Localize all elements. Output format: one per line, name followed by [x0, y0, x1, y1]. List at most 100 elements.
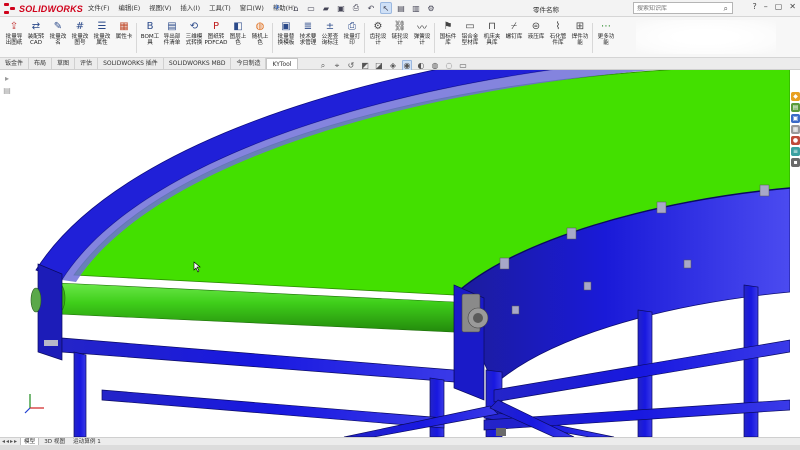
tab-solidworks-mbd[interactable]: SOLIDWORKS MBD [164, 58, 232, 69]
quick-access-toolbar: ⌂ ▭ ▰ ▣ ⎙ ↶ ↖ ▤ ▥ ⚙ [290, 2, 437, 14]
section-view-icon[interactable]: ◩ [360, 61, 370, 70]
ribbon-button-2[interactable]: ⇄ 装配转 CAD [25, 20, 47, 56]
ribbon-separator [364, 23, 365, 53]
ribbon-button-25[interactable]: ⌇ 石化管 件库 [547, 20, 569, 56]
ribbon-button-label: 更多功 能 [597, 34, 615, 47]
ribbon-button-14[interactable]: ≣ 技术要 求管理 [297, 20, 319, 56]
menu-view[interactable]: 视图(V) [149, 3, 171, 12]
help-icon[interactable]: ? [752, 2, 756, 11]
ribbon-button-3[interactable]: ✎ 批量改 名 [47, 20, 69, 56]
menu-window[interactable]: 窗口(W) [240, 3, 264, 12]
ribbon-separator [272, 23, 273, 53]
select-icon[interactable]: ↖ [380, 2, 392, 14]
ribbon-button-label: 螺钉库 [505, 34, 523, 40]
resources-icon[interactable]: ◆ [791, 92, 800, 101]
tab-scroll-arrows-icon[interactable]: ◂◂▸▸ [2, 438, 18, 445]
ribbon-button-1[interactable]: ⇪ 批量导 出图纸 [3, 20, 25, 56]
tab-today-manufacturing[interactable]: 今日制造 [231, 58, 267, 69]
custom-properties-icon[interactable]: ≡ [791, 147, 800, 156]
search-input[interactable] [637, 4, 717, 12]
menu-tools[interactable]: 工具(T) [209, 3, 231, 12]
title-bar: SOLIDWORKS 文件(F) 编辑(E) 视图(V) 插入(I) 工具(T)… [0, 0, 800, 17]
tab-evaluate[interactable]: 评估 [75, 58, 99, 69]
apply-scene-icon[interactable]: ◌ [444, 61, 454, 70]
task-pane: ◆ ▤ ▣ ▦ ● ≡ ▪ [791, 92, 800, 167]
ribbon-button-23[interactable]: ⌿ 螺钉库 [503, 20, 525, 56]
appearances-icon[interactable]: ● [791, 136, 800, 145]
assembly-icon: ⇄ [31, 21, 41, 32]
feature-manager-collapsed: ▸ ▤ [2, 74, 12, 96]
ribbon-button-5[interactable]: ☰ 批量改 属性 [91, 20, 113, 56]
save-icon[interactable]: ▣ [335, 2, 347, 14]
property-icon: ☰ [97, 21, 107, 32]
ribbon-button-10[interactable]: P 图纸转 PDFCAD [205, 20, 228, 56]
menu-insert[interactable]: 插入(I) [180, 3, 200, 12]
edit-appearance-icon[interactable]: ◍ [430, 61, 440, 70]
options-icon[interactable]: ⚙ [425, 2, 437, 14]
zoom-area-icon[interactable]: ⌖ [332, 61, 342, 71]
tab-solidworks-addins[interactable]: SOLIDWORKS 插件 [98, 58, 164, 69]
ribbon-button-15[interactable]: ± 公差查 询标注 [319, 20, 341, 56]
search-box[interactable]: ⌕ [633, 2, 733, 14]
ribbon-button-27[interactable]: ⋯ 更多功 能 [595, 20, 617, 56]
ribbon-button-6[interactable]: ▦ 属性卡 [113, 20, 135, 56]
search-icon[interactable]: ⌕ [724, 4, 728, 14]
feature-tree-icon[interactable]: ▸ [2, 74, 12, 84]
ribbon-button-7[interactable]: B BOM工 具 [139, 20, 161, 56]
ribbon-button-20[interactable]: ⚑ 国标件 库 [437, 20, 459, 56]
ribbon-button-8[interactable]: ▤ 导出部 件清单 [161, 20, 183, 56]
property-manager-icon[interactable]: ▤ [2, 86, 12, 96]
home-icon[interactable]: ⌂ [290, 2, 302, 14]
ribbon-button-label: 国标件 库 [439, 34, 457, 47]
ribbon-button-21[interactable]: ▭ 铝合金 型材库 [459, 20, 481, 56]
tab-layout[interactable]: 布局 [29, 58, 53, 69]
ribbon-button-18[interactable]: ⛓ 链轮设 计 [389, 20, 411, 56]
ribbon-button-4[interactable]: # 批量改 图号 [69, 20, 91, 56]
restore-icon[interactable]: ▢ [775, 2, 783, 11]
fixture-icon: ⊓ [488, 21, 496, 32]
open-icon[interactable]: ▰ [320, 2, 332, 14]
tolerance-icon: ± [325, 21, 335, 32]
new-document-icon[interactable]: ▭ [305, 2, 317, 14]
close-icon[interactable]: ✕ [789, 2, 796, 11]
ribbon-button-label: 齿轮设 计 [369, 34, 387, 47]
view-palette-icon[interactable]: ▦ [791, 125, 800, 134]
minimize-icon[interactable]: – [764, 2, 768, 11]
solidworks-logo-icon [4, 3, 16, 14]
ribbon-button-12[interactable]: ◍ 随机上 色 [249, 20, 271, 56]
tab-kytool[interactable]: KYTool [266, 58, 298, 69]
conveyor-model [30, 70, 790, 437]
hide-show-icon[interactable]: ◐ [416, 61, 426, 70]
design-library-icon[interactable]: ▤ [791, 103, 800, 112]
zoom-fit-icon[interactable]: ⌕ [318, 61, 328, 71]
ribbon-button-label: 液压库 [527, 34, 545, 40]
previous-view-icon[interactable]: ↺ [346, 61, 356, 70]
ribbon-button-17[interactable]: ⚙ 齿轮设 计 [367, 20, 389, 56]
solidworks-logo[interactable]: SOLIDWORKS [4, 2, 83, 15]
view-settings-icon[interactable]: ▭ [458, 61, 468, 70]
view-orientation-icon[interactable]: ◈ [388, 61, 398, 70]
dynamic-annotation-icon[interactable]: ◪ [374, 61, 384, 70]
ribbon-button-13[interactable]: ▣ 批量替 换模板 [275, 20, 297, 56]
pin-icon[interactable]: ✈ [274, 3, 281, 12]
undo-icon[interactable]: ↶ [365, 2, 377, 14]
print-icon[interactable]: ⎙ [350, 2, 362, 14]
ribbon-button-11[interactable]: ◧ 图层上 色 [227, 20, 249, 56]
rebuild-icon[interactable]: ▤ [395, 2, 407, 14]
menu-file[interactable]: 文件(F) [88, 3, 109, 12]
ribbon-button-24[interactable]: ⊜ 液压库 [525, 20, 547, 56]
ribbon-button-26[interactable]: ⊞ 焊件功 能 [569, 20, 591, 56]
ribbon-button-16[interactable]: ⎙ 批量打 印 [341, 20, 363, 56]
ribbon-button-22[interactable]: ⊓ 机床夹 具库 [481, 20, 503, 56]
forum-icon[interactable]: ▪ [791, 158, 800, 167]
pdf-icon: P [212, 21, 220, 32]
file-explorer-icon[interactable]: ▣ [791, 114, 800, 123]
menu-edit[interactable]: 编辑(E) [118, 3, 140, 12]
more-icon: ⋯ [601, 21, 611, 32]
file-properties-icon[interactable]: ▥ [410, 2, 422, 14]
ribbon-button-19[interactable]: 〰弹簧设 计 [411, 20, 433, 56]
graphics-area[interactable] [14, 70, 790, 437]
tab-sketch[interactable]: 草图 [52, 58, 76, 69]
ribbon-button-9[interactable]: ⟲ 三维模 式转换 [183, 20, 205, 56]
tab-sheet-metal[interactable]: 钣金件 [0, 58, 30, 69]
